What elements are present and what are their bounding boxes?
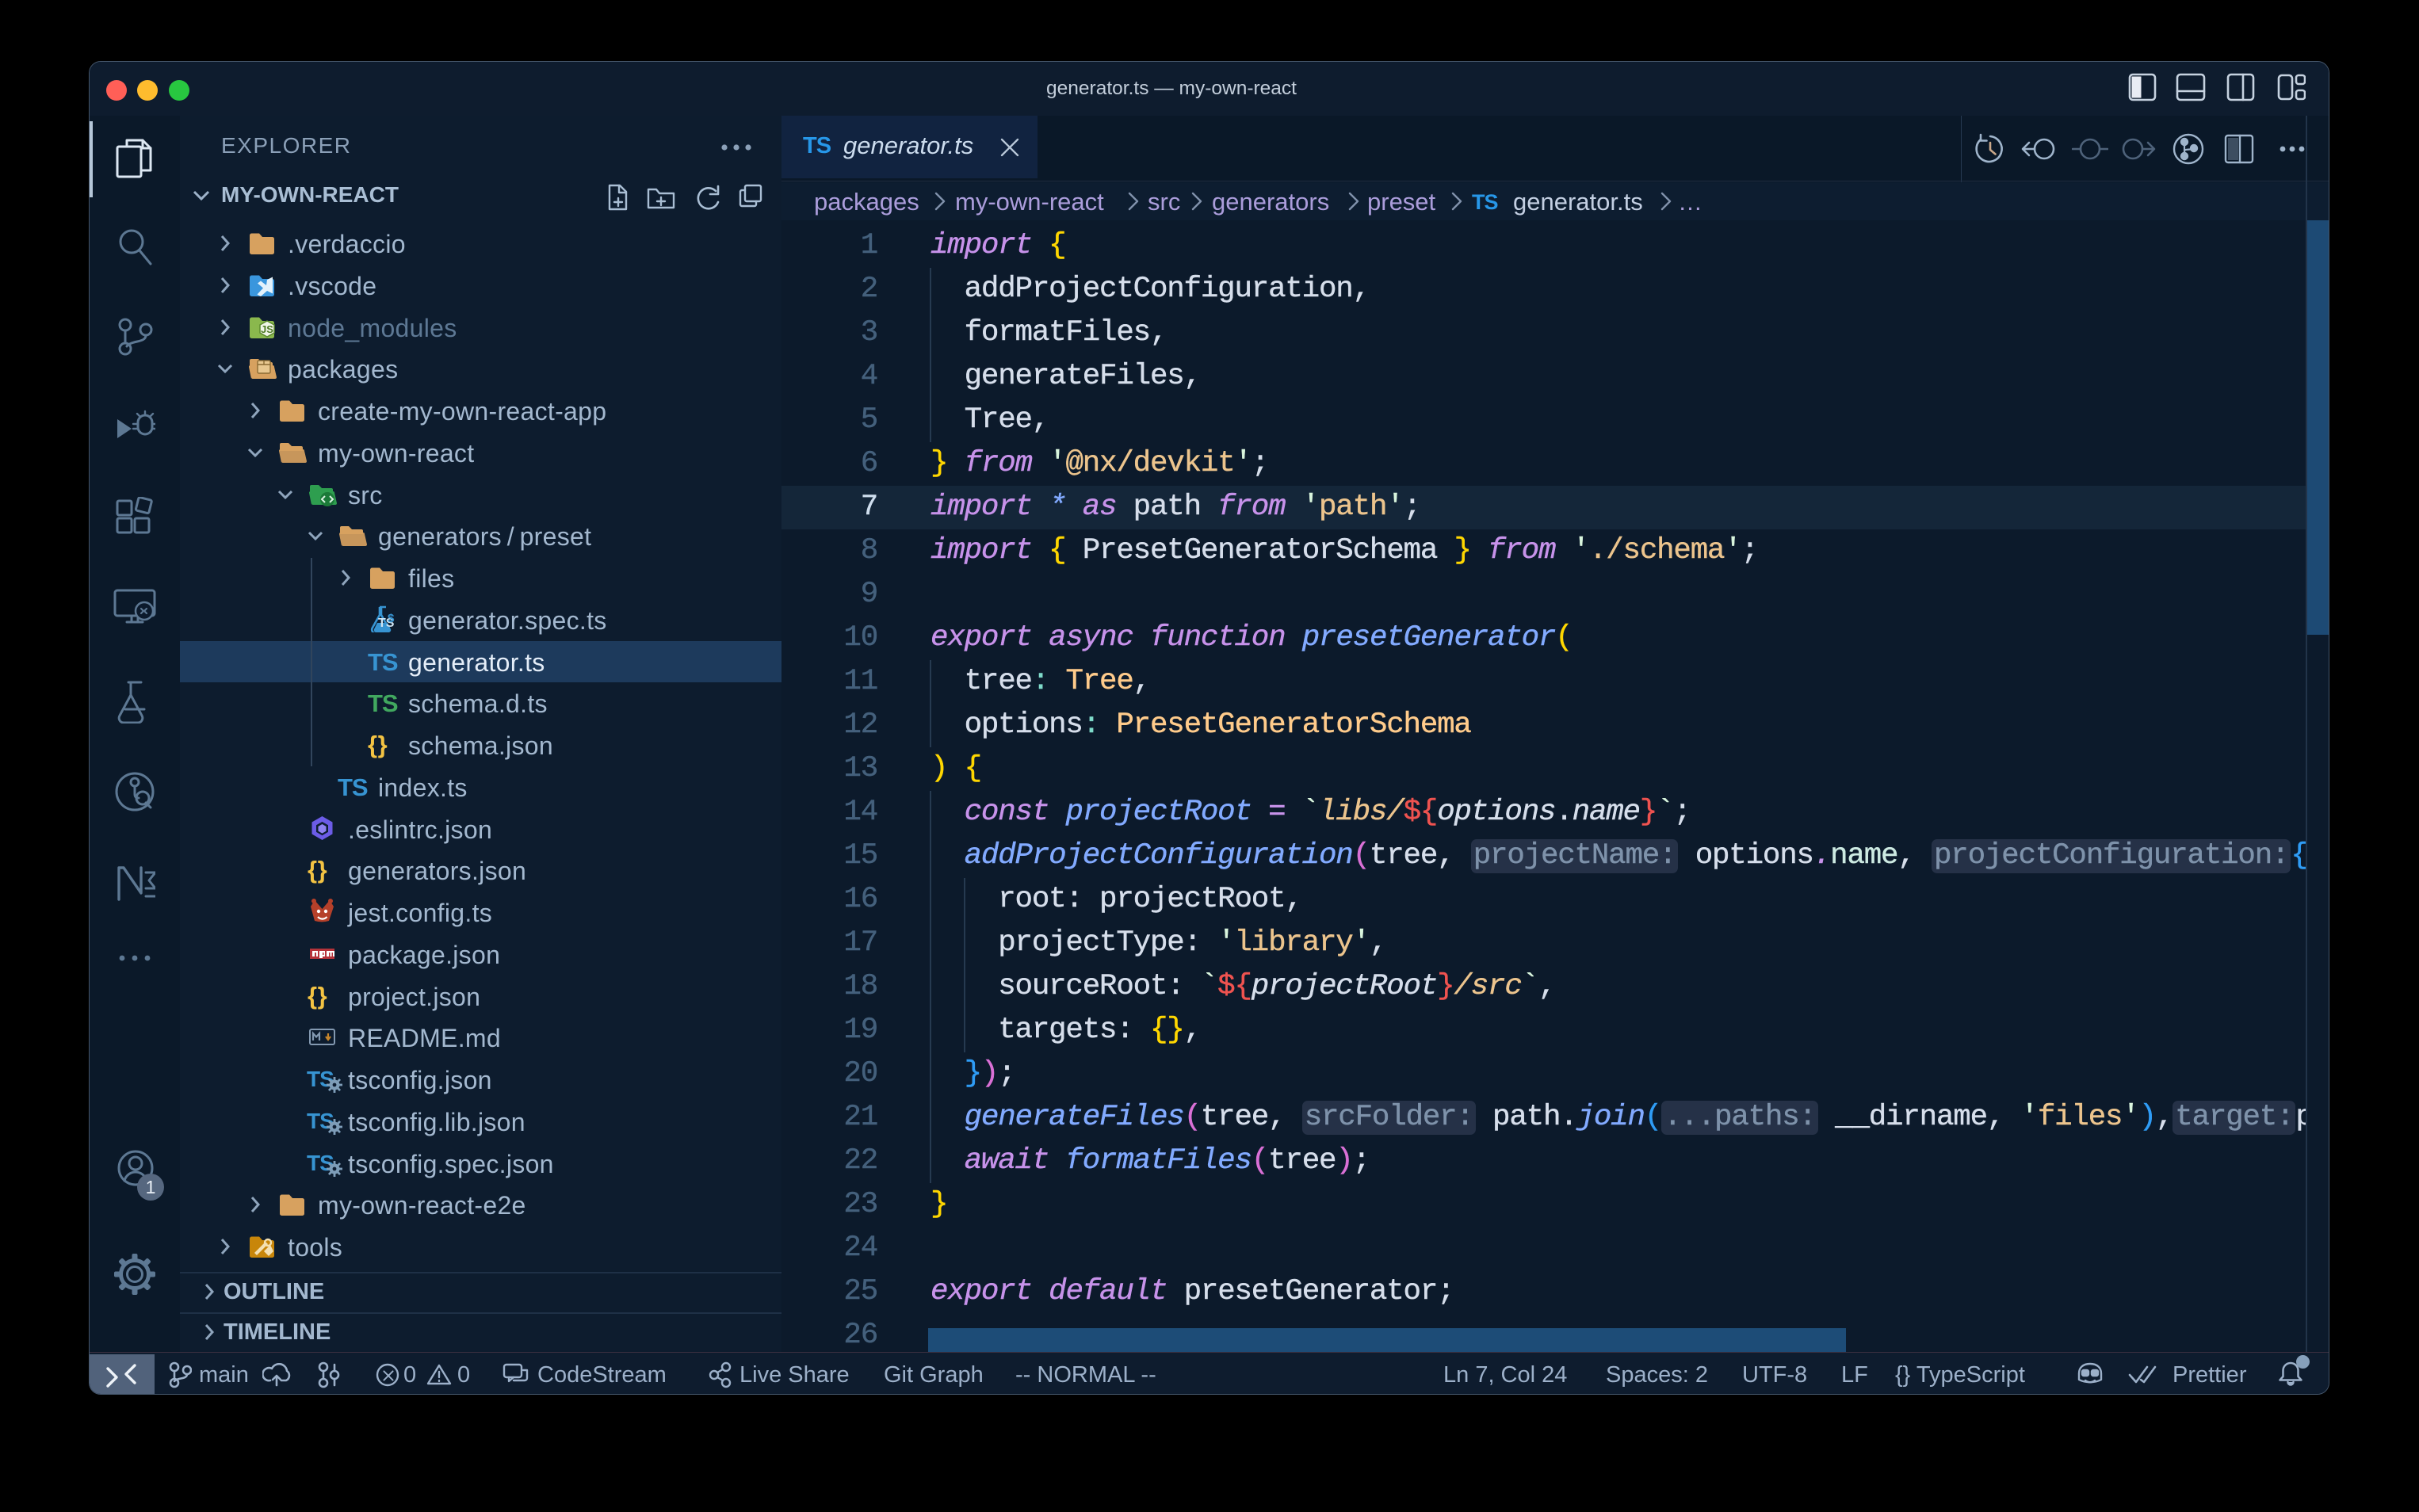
svg-text:JS: JS: [261, 323, 273, 335]
